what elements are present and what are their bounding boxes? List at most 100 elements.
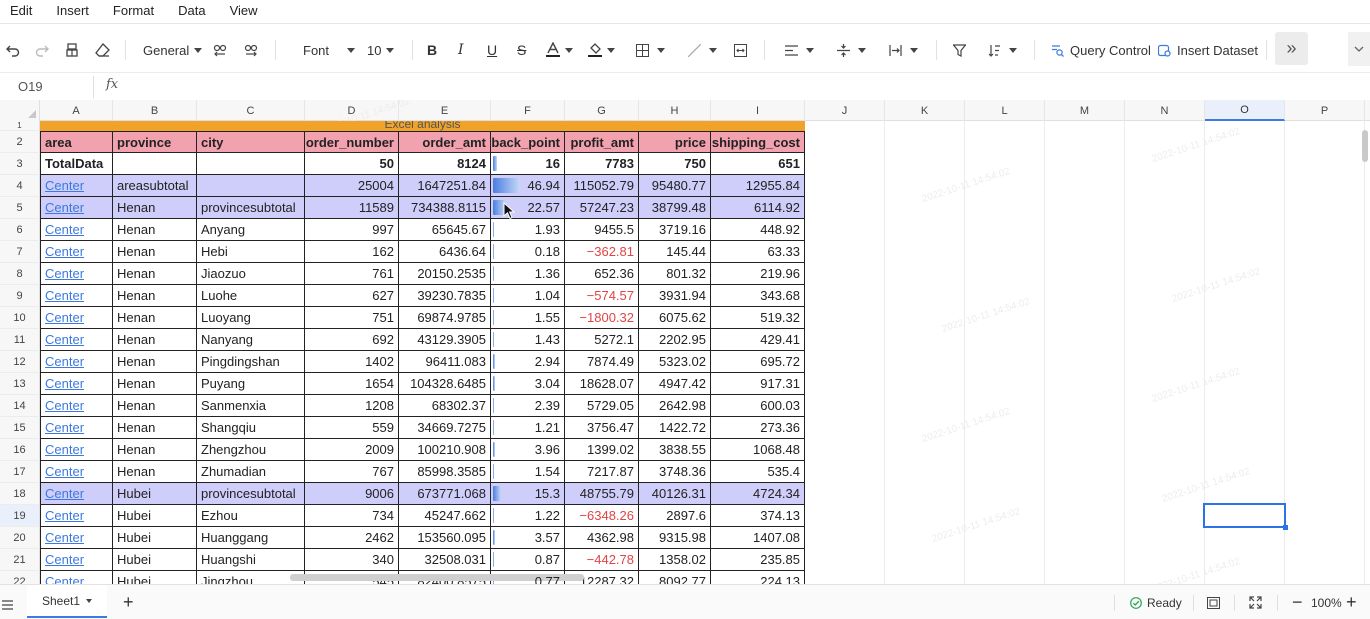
select-all-corner[interactable] [0, 100, 40, 121]
row-header-2[interactable]: 2 [0, 131, 40, 153]
area-link[interactable]: Center [40, 461, 113, 483]
area-link[interactable]: Center [40, 417, 113, 439]
fill-color-icon[interactable] [588, 32, 615, 68]
collapse-toolbar-button[interactable] [1348, 32, 1370, 66]
area-link[interactable]: Center [40, 483, 113, 505]
area-link[interactable]: Center [40, 263, 113, 285]
area-link[interactable]: Center [40, 219, 113, 241]
increase-decimal-icon[interactable] [244, 32, 258, 68]
column-header-i[interactable]: I [711, 100, 805, 121]
more-tools-button[interactable]: » [1275, 32, 1308, 65]
fill-handle[interactable] [1283, 525, 1288, 530]
column-header-e[interactable]: E [399, 100, 491, 121]
column-header-p[interactable]: P [1285, 100, 1365, 121]
row-header-5[interactable]: 5 [0, 197, 40, 219]
number-format-select[interactable]: General [143, 32, 203, 68]
strikethrough-icon[interactable]: S [517, 32, 526, 68]
menu-data[interactable]: Data [178, 3, 205, 18]
insert-dataset-button[interactable]: Insert Dataset [1158, 32, 1258, 68]
column-header-n[interactable]: N [1125, 100, 1205, 121]
page-layout-icon[interactable] [1207, 585, 1220, 619]
column-header-a[interactable]: A [40, 100, 113, 121]
font-color-icon[interactable] [546, 32, 573, 68]
merge-cells-icon[interactable] [734, 32, 747, 68]
area-link[interactable]: Center [40, 285, 113, 307]
row-header-10[interactable]: 10 [0, 307, 40, 329]
column-header-l[interactable]: L [965, 100, 1045, 121]
bold-icon[interactable]: B [427, 32, 437, 68]
row-header-21[interactable]: 21 [0, 549, 40, 571]
row-header-19[interactable]: 19 [0, 505, 40, 527]
column-header-f[interactable]: F [491, 100, 565, 121]
text-wrap-icon[interactable] [889, 32, 918, 68]
menu-edit[interactable]: Edit [10, 3, 32, 18]
area-link[interactable]: Center [40, 571, 113, 584]
area-link[interactable]: Center [40, 351, 113, 373]
sheet-list-icon[interactable] [2, 597, 13, 615]
row-header-8[interactable]: 8 [0, 263, 40, 285]
row-header-17[interactable]: 17 [0, 461, 40, 483]
area-link[interactable]: Center [40, 373, 113, 395]
undo-icon[interactable] [6, 32, 20, 68]
area-link[interactable]: Center [40, 241, 113, 263]
name-box[interactable]: O19 [18, 79, 43, 94]
underline-icon[interactable]: U [487, 32, 497, 68]
row-header-4[interactable]: 4 [0, 175, 40, 197]
column-header-o[interactable]: O [1205, 100, 1285, 121]
area-link[interactable]: Center [40, 307, 113, 329]
area-link[interactable]: Center [40, 175, 113, 197]
redo-icon[interactable] [35, 32, 49, 68]
column-header-k[interactable]: K [885, 100, 965, 121]
row-header-22[interactable]: 22 [0, 571, 40, 584]
sheet-tab-sheet1[interactable]: Sheet1 [27, 585, 107, 618]
area-link[interactable]: Center [40, 439, 113, 461]
menu-format[interactable]: Format [113, 3, 154, 18]
row-header-18[interactable]: 18 [0, 483, 40, 505]
row-header-15[interactable]: 15 [0, 417, 40, 439]
add-sheet-button[interactable]: + [123, 592, 134, 613]
row-header-16[interactable]: 16 [0, 439, 40, 461]
menu-insert[interactable]: Insert [56, 3, 89, 18]
zoom-level[interactable]: 100% [1311, 585, 1342, 619]
zoom-out-button[interactable]: − [1292, 585, 1303, 619]
row-header-12[interactable]: 12 [0, 351, 40, 373]
clear-format-icon[interactable] [95, 32, 110, 68]
row-header-9[interactable]: 9 [0, 285, 40, 307]
column-header-c[interactable]: C [197, 100, 305, 121]
column-header-m[interactable]: M [1045, 100, 1125, 121]
area-link[interactable]: Center [40, 395, 113, 417]
row-header-11[interactable]: 11 [0, 329, 40, 351]
row-header-1[interactable]: 1 [0, 121, 40, 131]
column-header-h[interactable]: H [639, 100, 711, 121]
font-size-select[interactable]: 10 [367, 32, 395, 68]
row-header-6[interactable]: 6 [0, 219, 40, 241]
font-family-select[interactable]: Font [303, 32, 356, 68]
row-header-13[interactable]: 13 [0, 373, 40, 395]
zoom-in-button[interactable]: + [1346, 585, 1357, 619]
decrease-decimal-icon[interactable] [213, 32, 227, 68]
align-left-icon[interactable] [785, 32, 814, 68]
row-header-20[interactable]: 20 [0, 527, 40, 549]
row-header-7[interactable]: 7 [0, 241, 40, 263]
column-header-j[interactable]: J [805, 100, 885, 121]
menu-view[interactable]: View [230, 3, 258, 18]
italic-icon[interactable]: I [458, 32, 464, 68]
borders-icon[interactable] [636, 32, 665, 68]
format-painter-icon[interactable] [65, 32, 79, 68]
diagonal-border-icon[interactable] [688, 32, 717, 68]
row-header-14[interactable]: 14 [0, 395, 40, 417]
filter-icon[interactable] [953, 32, 966, 68]
sheet-grid[interactable]: ABCDEFGHIJKLMNOP 1 2 3 4 5 6 7 8 9 10 11 12 13 14 15 16… [0, 100, 1370, 584]
fullscreen-icon[interactable] [1249, 585, 1262, 619]
column-header-g[interactable]: G [565, 100, 639, 121]
area-link[interactable]: Center [40, 329, 113, 351]
column-header-b[interactable]: B [113, 100, 197, 121]
vertical-align-icon[interactable] [837, 32, 866, 68]
area-link[interactable]: Center [40, 505, 113, 527]
area-link[interactable]: Center [40, 197, 113, 219]
sort-icon[interactable] [988, 32, 1017, 68]
column-header-d[interactable]: D [305, 100, 399, 121]
area-link[interactable]: Center [40, 549, 113, 571]
area-link[interactable]: Center [40, 527, 113, 549]
query-control-button[interactable]: Query Control [1051, 32, 1151, 68]
